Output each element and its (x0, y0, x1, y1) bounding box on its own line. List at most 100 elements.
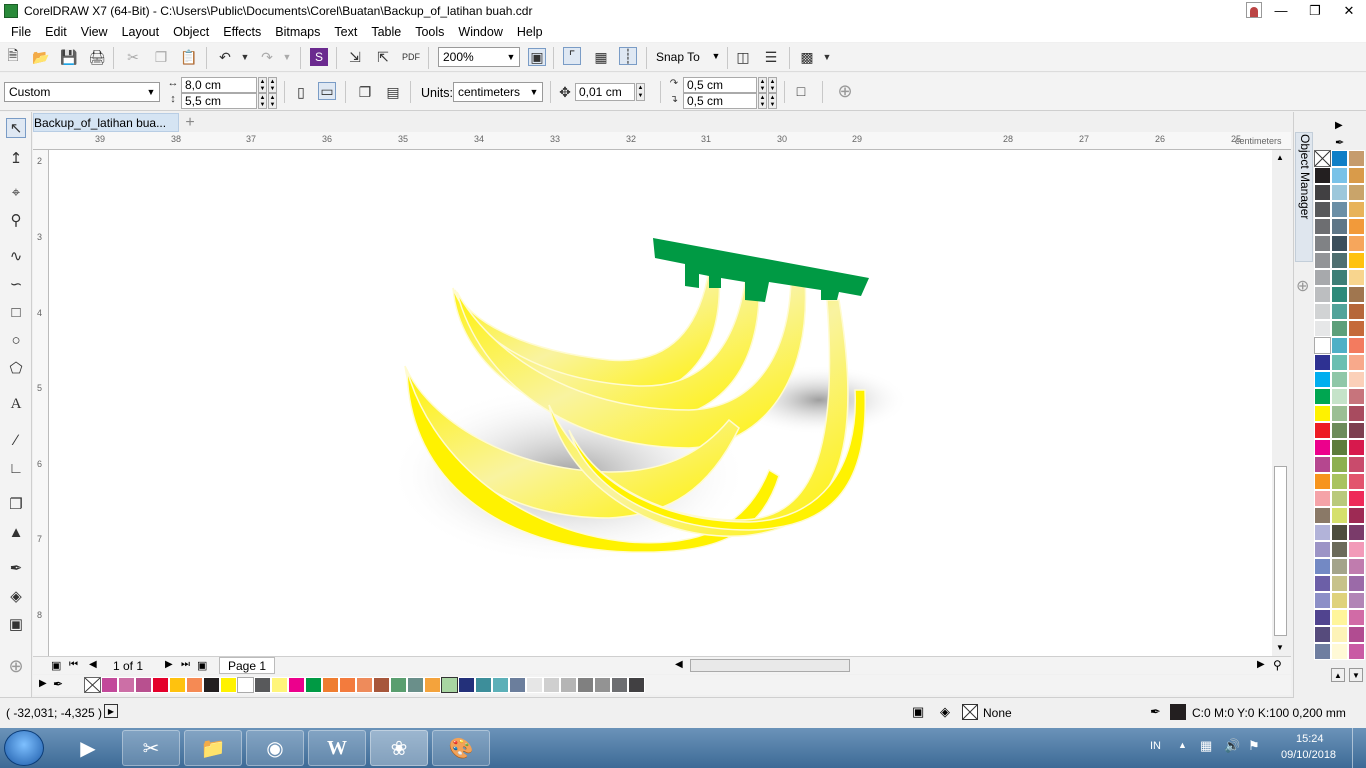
palette-menu-icon[interactable]: ▶ (39, 678, 47, 689)
color-swatch[interactable] (1331, 337, 1348, 354)
color-swatch[interactable] (1331, 320, 1348, 337)
page-width-field[interactable]: 8,0 cm (181, 77, 257, 93)
color-swatch[interactable] (1331, 524, 1348, 541)
color-swatch[interactable] (1348, 286, 1365, 303)
page-height-lock-spinner[interactable]: ▲ ▼ (268, 93, 277, 109)
user-account-icon[interactable] (1246, 2, 1262, 18)
no-color-swatch[interactable] (1314, 150, 1331, 167)
color-swatch[interactable] (1314, 235, 1331, 252)
color-swatch[interactable] (1348, 218, 1365, 235)
color-swatch[interactable] (1314, 456, 1331, 473)
color-swatch[interactable] (1348, 439, 1365, 456)
scroll-left-icon[interactable]: ◀ (675, 659, 683, 670)
color-swatch[interactable] (1348, 269, 1365, 286)
redo-dropdown-icon[interactable]: ▼ (278, 48, 296, 66)
color-swatch[interactable] (1314, 371, 1331, 388)
nudge-distance-spinner[interactable]: ▲ ▼ (636, 83, 645, 101)
color-swatch[interactable] (509, 677, 526, 693)
open-folder-icon[interactable]: 📂 (32, 48, 50, 66)
menu-window[interactable]: Window (451, 25, 509, 39)
color-swatch[interactable] (1348, 167, 1365, 184)
color-swatch[interactable] (1314, 184, 1331, 201)
show-hidden-icons-icon[interactable]: ▲ (1178, 740, 1187, 750)
drop-shadow-tool-icon[interactable]: ❐ (6, 494, 26, 514)
color-swatch[interactable] (271, 677, 288, 693)
redo-icon[interactable]: ↷ (258, 48, 276, 66)
color-swatch[interactable] (1314, 303, 1331, 320)
duplicate-x-lock-spinner[interactable]: ▲ ▼ (768, 77, 777, 93)
welcome-screen-icon[interactable]: ◫ (734, 48, 752, 66)
color-swatch[interactable] (1331, 490, 1348, 507)
minimize-button[interactable]: — (1264, 0, 1298, 21)
chrome-icon[interactable]: ◉ (246, 730, 304, 766)
options-icon[interactable]: ☰ (762, 48, 780, 66)
portrait-orientation-icon[interactable]: ▯ (292, 83, 310, 101)
color-swatch[interactable] (1314, 473, 1331, 490)
publish-pdf-icon[interactable]: PDF (402, 48, 420, 66)
save-icon[interactable]: 💾 (60, 48, 78, 66)
artistic-media-tool-icon[interactable]: ∽ (6, 274, 26, 294)
show-rulers-icon[interactable]: ⌜ (563, 47, 581, 65)
color-swatch[interactable] (322, 677, 339, 693)
color-swatch[interactable] (1331, 609, 1348, 626)
color-swatch[interactable] (1314, 439, 1331, 456)
vertical-ruler[interactable]: 2 3 4 5 6 7 8 (33, 150, 49, 656)
page-width-lock-spinner[interactable]: ▲ ▼ (268, 77, 277, 93)
menu-bitmaps[interactable]: Bitmaps (268, 25, 327, 39)
color-swatch[interactable] (1331, 184, 1348, 201)
add-document-tab-icon[interactable]: + (181, 113, 199, 132)
color-swatch[interactable] (1331, 269, 1348, 286)
color-swatch[interactable] (1314, 405, 1331, 422)
color-swatch[interactable] (186, 677, 203, 693)
color-swatch[interactable] (1314, 320, 1331, 337)
shape-tool-icon[interactable]: ↥ (6, 148, 26, 168)
color-swatch[interactable] (1314, 252, 1331, 269)
previous-page-icon[interactable]: ◀ (89, 659, 97, 670)
horizontal-scroll-thumb[interactable] (690, 659, 850, 672)
color-swatch[interactable] (492, 677, 509, 693)
scroll-down-icon[interactable]: ▼ (1276, 643, 1284, 652)
color-swatch[interactable] (1314, 337, 1331, 354)
color-swatch[interactable] (475, 677, 492, 693)
color-swatch[interactable] (1348, 320, 1365, 337)
menu-tools[interactable]: Tools (408, 25, 451, 39)
menu-file[interactable]: File (4, 25, 38, 39)
color-swatch[interactable] (628, 677, 645, 693)
color-swatch[interactable] (1331, 439, 1348, 456)
undo-icon[interactable]: ↶ (216, 48, 234, 66)
color-swatch[interactable] (1348, 201, 1365, 218)
current-page-icon[interactable]: ▤ (384, 83, 402, 101)
color-swatch[interactable] (1348, 150, 1365, 167)
palette-menu-icon[interactable]: ▶ (1335, 120, 1343, 131)
banana-stem[interactable] (653, 238, 869, 302)
volume-icon[interactable]: 🔊 (1224, 738, 1240, 754)
color-swatch[interactable] (1331, 286, 1348, 303)
rectangle-tool-icon[interactable]: □ (6, 302, 26, 322)
transparency-tool-icon[interactable]: ▲ (6, 522, 26, 542)
zoom-level-combo[interactable]: 200% ▼ (438, 47, 520, 67)
color-swatch[interactable] (1348, 337, 1365, 354)
color-swatch[interactable] (1348, 456, 1365, 473)
color-swatch[interactable] (1348, 303, 1365, 320)
color-swatch[interactable] (1348, 609, 1365, 626)
color-swatch[interactable] (288, 677, 305, 693)
color-eyedropper-tool-icon[interactable]: ✒ (6, 558, 26, 578)
page-height-field[interactable]: 5,5 cm (181, 93, 257, 109)
file-explorer-icon[interactable]: 📁 (184, 730, 242, 766)
color-swatch[interactable] (1314, 490, 1331, 507)
all-pages-icon[interactable]: ❐ (356, 83, 374, 101)
duplicate-x-field[interactable]: 0,5 cm (683, 77, 757, 93)
freehand-tool-icon[interactable]: ∿ (6, 246, 26, 266)
copy-icon[interactable]: ❐ (152, 48, 170, 66)
object-properties-icon[interactable]: ▣ (912, 704, 924, 720)
application-launcher-icon[interactable]: ▩ (798, 48, 816, 66)
color-swatch[interactable] (1348, 422, 1365, 439)
color-swatch[interactable] (1331, 235, 1348, 252)
add-property-icon[interactable]: ⊕ (836, 81, 854, 101)
color-swatch[interactable] (594, 677, 611, 693)
color-swatch[interactable] (1348, 235, 1365, 252)
menu-help[interactable]: Help (510, 25, 550, 39)
next-page-icon[interactable]: ▶ (165, 659, 173, 670)
color-swatch[interactable] (339, 677, 356, 693)
color-swatch[interactable] (1331, 371, 1348, 388)
